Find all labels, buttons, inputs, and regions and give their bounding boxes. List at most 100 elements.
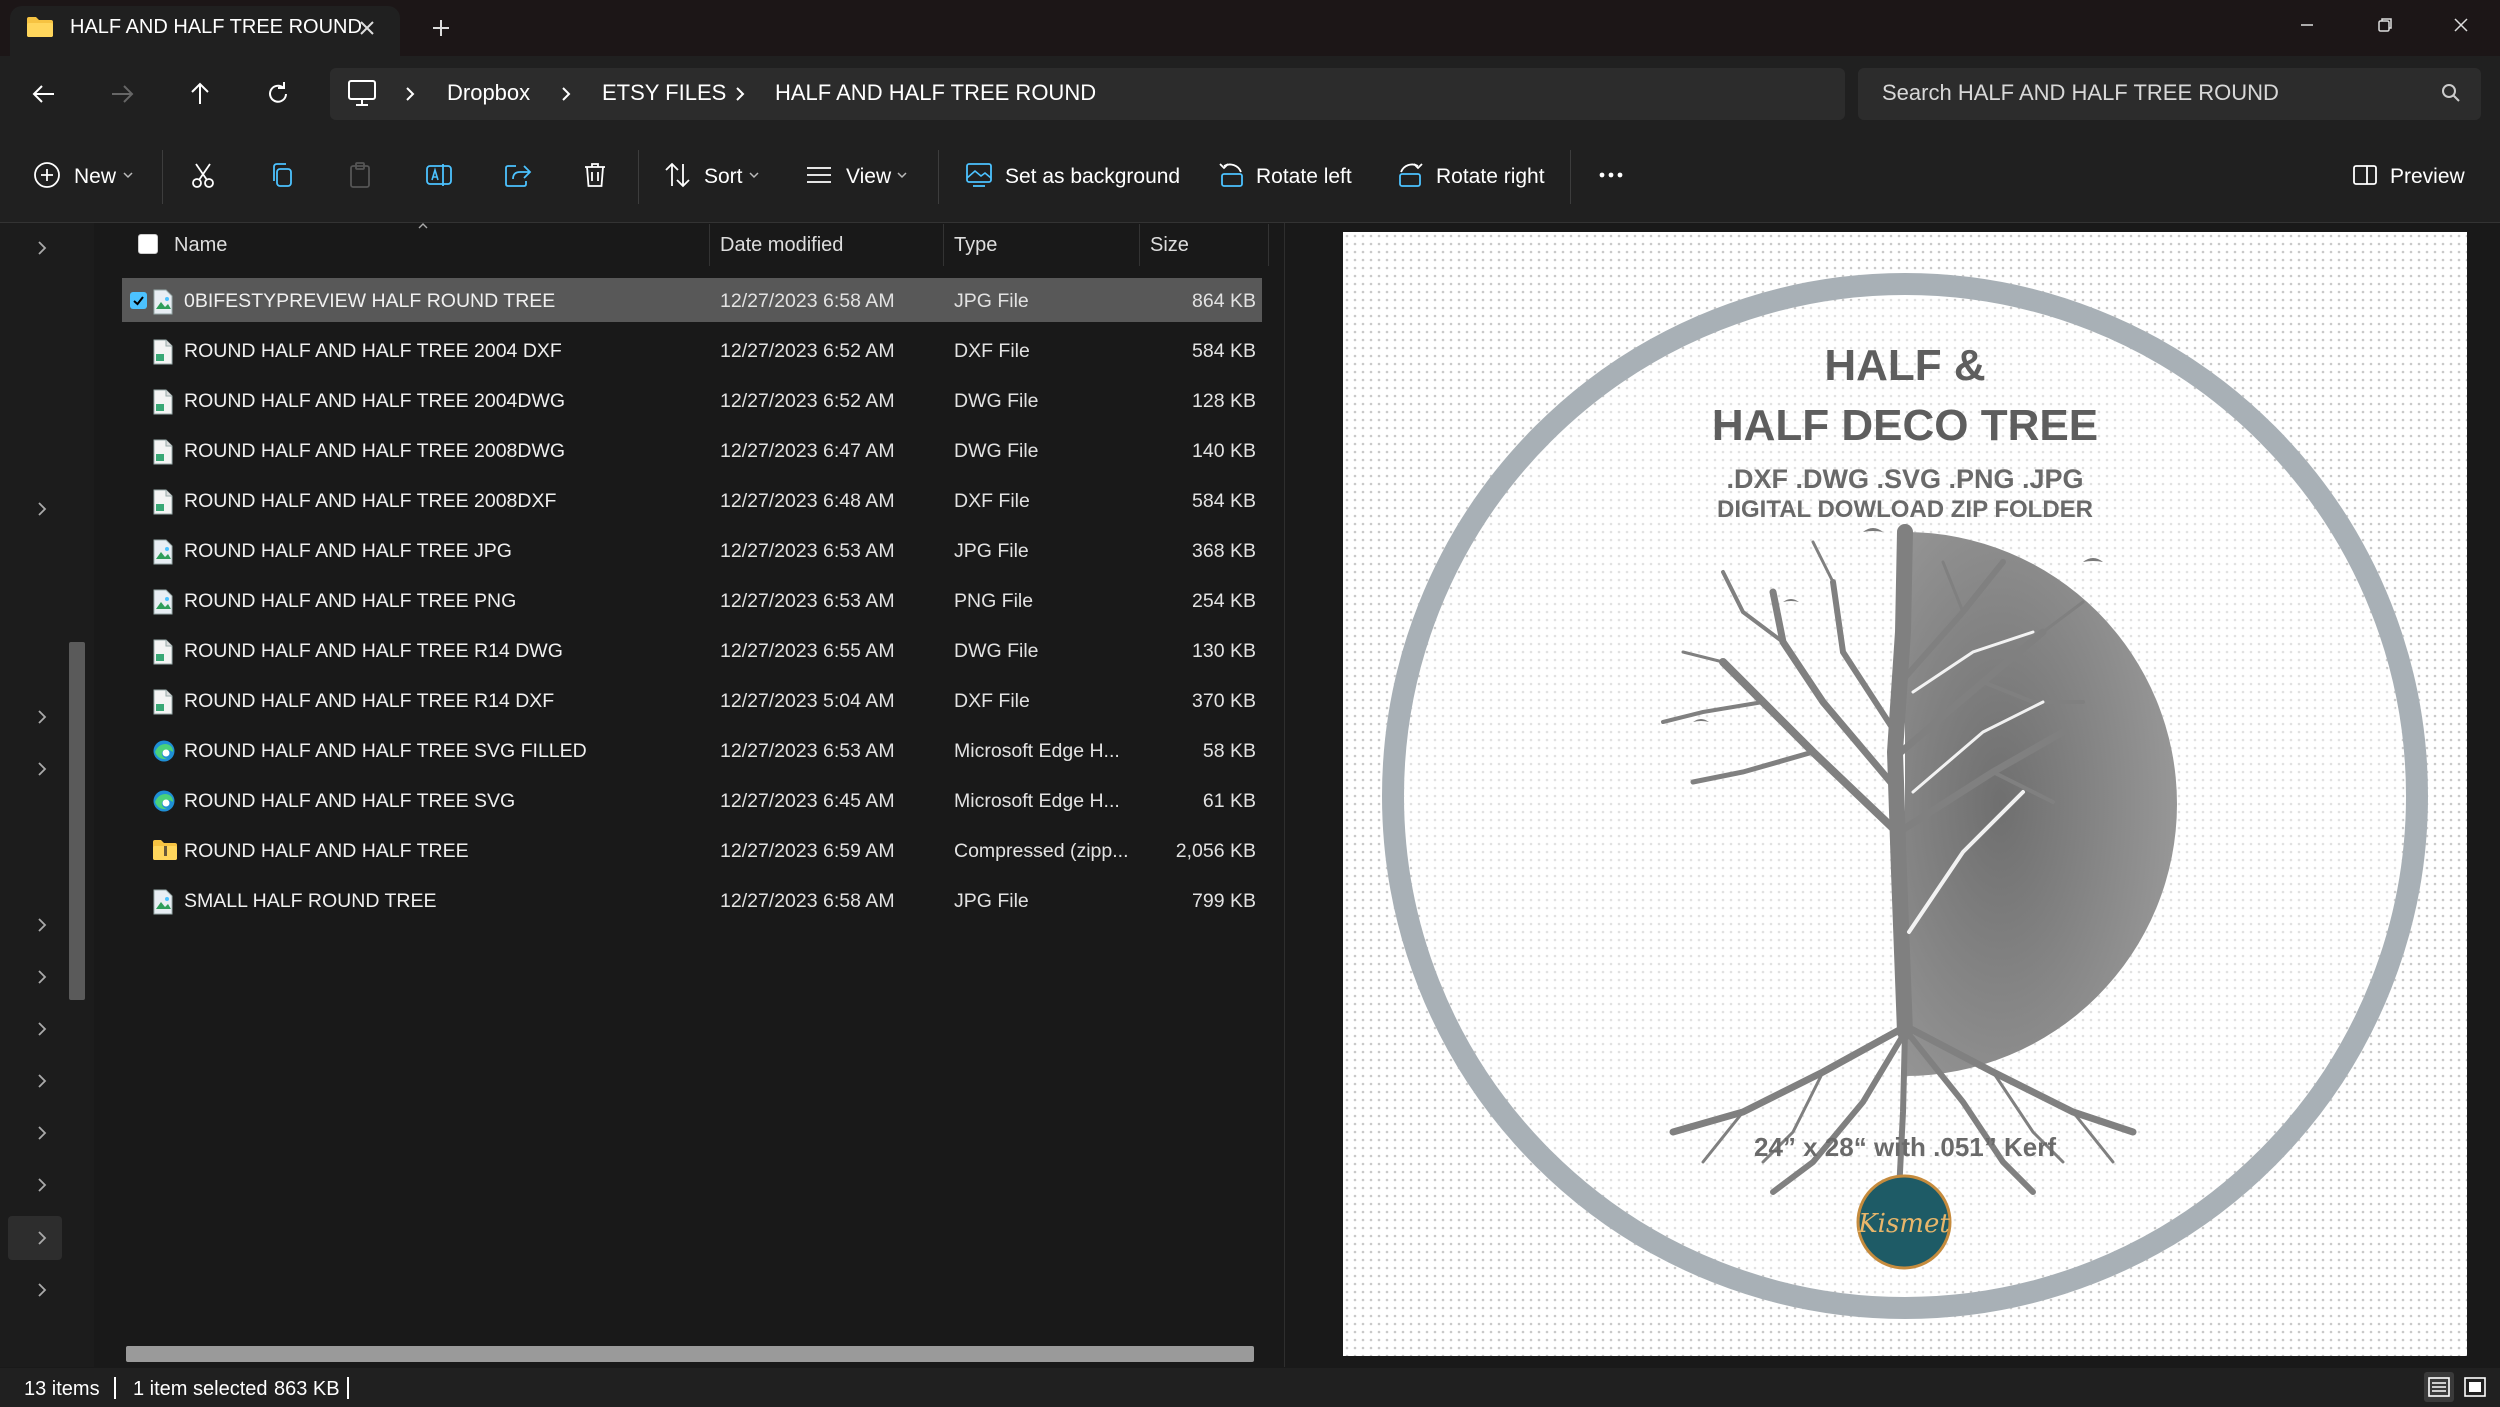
expand-chevron-icon[interactable] bbox=[30, 1278, 54, 1302]
column-header-date[interactable]: Date modified bbox=[720, 234, 843, 257]
file-row[interactable]: ROUND HALF AND HALF TREE R14 DWG 12/27/20… bbox=[122, 628, 1262, 672]
column-divider[interactable] bbox=[709, 224, 710, 266]
file-type: DWG File bbox=[954, 390, 1039, 412]
sort-icon[interactable] bbox=[662, 160, 692, 190]
file-row[interactable]: ROUND HALF AND HALF TREE 2004DWG 12/27/20… bbox=[122, 378, 1262, 422]
expand-chevron-icon[interactable] bbox=[30, 1121, 54, 1145]
file-row[interactable]: 0BIFESTYPREVIEW HALF ROUND TREE 12/27/202… bbox=[122, 278, 1262, 322]
rename-icon[interactable] bbox=[424, 160, 454, 190]
minimize-icon[interactable] bbox=[2292, 10, 2322, 40]
breadcrumb-chevron-icon[interactable] bbox=[732, 84, 748, 104]
selection-size: 863 KB bbox=[274, 1378, 340, 1400]
image-file-icon bbox=[152, 539, 174, 565]
up-arrow-icon[interactable] bbox=[182, 76, 218, 112]
restore-icon[interactable] bbox=[2370, 10, 2400, 40]
view-icon[interactable] bbox=[804, 160, 834, 190]
rotate-right-button[interactable]: Rotate right bbox=[1436, 165, 1545, 189]
forward-arrow-icon[interactable] bbox=[104, 76, 140, 112]
new-plus-icon[interactable] bbox=[32, 160, 62, 190]
chevron-down-icon[interactable] bbox=[748, 170, 760, 180]
search-input[interactable]: Search HALF AND HALF TREE ROUND bbox=[1882, 80, 2279, 106]
set-background-icon[interactable] bbox=[964, 160, 994, 190]
column-divider[interactable] bbox=[943, 224, 944, 266]
file-row[interactable]: ROUND HALF AND HALF TREE JPG 12/27/2023 6… bbox=[122, 528, 1262, 572]
file-size: 130 KB bbox=[1192, 640, 1256, 662]
file-size: 254 KB bbox=[1192, 590, 1256, 612]
expand-chevron-icon[interactable] bbox=[30, 497, 54, 521]
column-divider[interactable] bbox=[1268, 224, 1269, 266]
expand-chevron-icon[interactable] bbox=[30, 913, 54, 937]
expand-chevron-icon[interactable] bbox=[30, 757, 54, 781]
sort-button[interactable]: Sort bbox=[704, 165, 743, 189]
command-bar bbox=[0, 132, 2500, 223]
cad-file-icon bbox=[152, 389, 174, 415]
file-row[interactable]: ROUND HALF AND HALF TREE 2008DXF 12/27/20… bbox=[122, 478, 1262, 522]
horizontal-scrollbar[interactable] bbox=[126, 1346, 1254, 1362]
copy-icon[interactable] bbox=[267, 160, 297, 190]
chevron-down-icon[interactable] bbox=[122, 170, 134, 180]
breadcrumb-current-folder[interactable]: HALF AND HALF TREE ROUND bbox=[775, 80, 1096, 106]
edge-icon bbox=[152, 739, 176, 763]
new-tab-icon[interactable] bbox=[428, 15, 454, 41]
file-row[interactable]: SMALL HALF ROUND TREE 12/27/2023 6:58 AM J… bbox=[122, 878, 1262, 922]
more-options-icon[interactable] bbox=[1596, 160, 1626, 190]
delete-icon[interactable] bbox=[580, 160, 610, 190]
file-name: ROUND HALF AND HALF TREE 2008DWG bbox=[184, 440, 566, 462]
separator bbox=[638, 150, 639, 204]
rotate-left-button[interactable]: Rotate left bbox=[1256, 165, 1352, 189]
tiles-view-icon[interactable] bbox=[2460, 1372, 2490, 1402]
computer-icon[interactable] bbox=[346, 78, 378, 108]
chevron-down-icon[interactable] bbox=[896, 170, 908, 180]
file-row[interactable]: ROUND HALF AND HALF TREE PNG 12/27/2023 6… bbox=[122, 578, 1262, 622]
file-row[interactable]: ROUND HALF AND HALF TREE 2008DWG 12/27/20… bbox=[122, 428, 1262, 472]
file-row[interactable]: ROUND HALF AND HALF TREE R14 DXF 12/27/20… bbox=[122, 678, 1262, 722]
rotate-right-icon[interactable] bbox=[1396, 160, 1426, 190]
back-arrow-icon[interactable] bbox=[26, 76, 62, 112]
file-date-modified: 12/27/2023 6:59 AM bbox=[720, 840, 895, 862]
share-icon[interactable] bbox=[502, 160, 532, 190]
column-divider[interactable] bbox=[1139, 224, 1140, 266]
file-date-modified: 12/27/2023 6:58 AM bbox=[720, 290, 895, 312]
expand-chevron-icon[interactable] bbox=[30, 705, 54, 729]
rotate-left-icon[interactable] bbox=[1216, 160, 1246, 190]
column-header-type[interactable]: Type bbox=[954, 234, 997, 257]
details-view-icon[interactable] bbox=[2424, 1372, 2454, 1402]
refresh-icon[interactable] bbox=[260, 76, 296, 112]
set-as-background-button[interactable]: Set as background bbox=[1005, 165, 1180, 189]
file-row[interactable]: ROUND HALF AND HALF TREE SVG FILLED 12/27… bbox=[122, 728, 1262, 772]
close-tab-icon[interactable] bbox=[354, 15, 380, 41]
paste-icon[interactable] bbox=[345, 160, 375, 190]
cut-icon[interactable] bbox=[188, 160, 218, 190]
breadcrumb-chevron-icon[interactable] bbox=[402, 84, 418, 104]
file-row[interactable]: ROUND HALF AND HALF TREE 12/27/2023 6:59 … bbox=[122, 828, 1262, 872]
column-header-name[interactable]: Name bbox=[174, 234, 227, 257]
new-button[interactable]: New bbox=[74, 165, 116, 189]
sidebar-scrollbar[interactable] bbox=[69, 642, 85, 1000]
file-row[interactable]: ROUND HALF AND HALF TREE SVG 12/27/2023 6… bbox=[122, 778, 1262, 822]
breadcrumb-chevron-icon[interactable] bbox=[558, 84, 574, 104]
breadcrumb-etsy-files[interactable]: ETSY FILES bbox=[602, 80, 726, 106]
expand-chevron-icon[interactable] bbox=[30, 965, 54, 989]
file-type: JPG File bbox=[954, 540, 1029, 562]
close-window-icon[interactable] bbox=[2446, 10, 2476, 40]
preview-button[interactable]: Preview bbox=[2390, 165, 2465, 189]
cad-file-icon bbox=[152, 639, 174, 665]
expand-chevron-icon[interactable] bbox=[30, 1173, 54, 1197]
search-icon[interactable] bbox=[2440, 82, 2462, 104]
view-button[interactable]: View bbox=[846, 165, 891, 189]
select-all-checkbox[interactable] bbox=[138, 234, 158, 254]
preview-pane-icon[interactable] bbox=[2350, 160, 2380, 190]
expand-chevron-icon[interactable] bbox=[30, 236, 54, 260]
expand-chevron-icon[interactable] bbox=[30, 1017, 54, 1041]
column-header-size[interactable]: Size bbox=[1150, 234, 1189, 257]
expand-chevron-icon[interactable] bbox=[30, 1069, 54, 1093]
file-row[interactable]: ROUND HALF AND HALF TREE 2004 DXF 12/27/2… bbox=[122, 328, 1262, 372]
breadcrumb-dropbox[interactable]: Dropbox bbox=[447, 80, 530, 106]
file-type: DXF File bbox=[954, 340, 1030, 362]
expand-chevron-icon[interactable] bbox=[30, 1226, 54, 1250]
row-checkbox[interactable] bbox=[130, 292, 147, 309]
file-type: PNG File bbox=[954, 590, 1034, 612]
file-name: ROUND HALF AND HALF TREE JPG bbox=[184, 540, 512, 562]
file-type: JPG File bbox=[954, 890, 1029, 912]
file-date-modified: 12/27/2023 6:52 AM bbox=[720, 390, 895, 412]
